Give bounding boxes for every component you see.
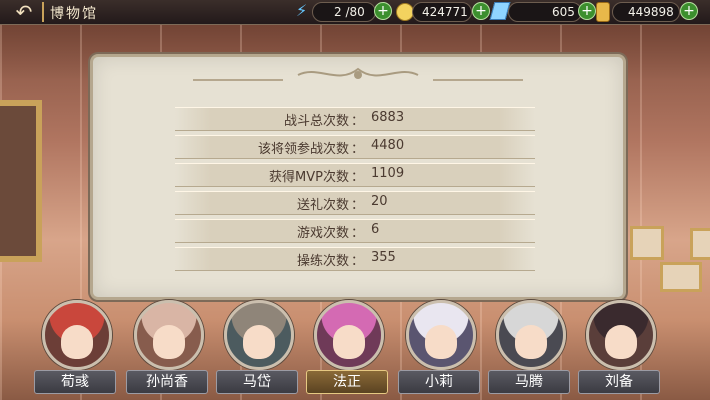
character-name-button[interactable]: 荀彧	[34, 370, 116, 394]
stat-label: 战斗总次数	[283, 114, 349, 129]
ornament-line-right	[433, 79, 523, 81]
wall-painting	[630, 226, 664, 260]
stat-label: 游戏次数	[296, 226, 349, 241]
page-title: 博物馆	[50, 6, 98, 22]
wall-painting	[690, 228, 710, 260]
stat-colon: ：	[351, 198, 365, 213]
coins-value: 424771	[422, 5, 468, 19]
top-bar: ↶ 博物馆 ⚡ 2 /80 + 424771 + 605 + 449898 +	[0, 0, 710, 25]
stat-value: 4480	[371, 138, 405, 153]
portrait-face	[333, 325, 365, 359]
title-divider	[42, 2, 44, 22]
character-name-button[interactable]: 刘备	[578, 370, 660, 394]
add-gold-button[interactable]: +	[680, 2, 698, 20]
stat-value: 6883	[371, 110, 405, 125]
stat-value: 1109	[371, 166, 405, 181]
gems-value: 605	[552, 5, 575, 19]
stat-label: 获得MVP次数	[269, 170, 349, 185]
stat-colon: ：	[351, 170, 365, 185]
character-name-button[interactable]: 马腾	[488, 370, 570, 394]
wall-painting-left	[0, 100, 42, 262]
stat-label: 送礼次数	[296, 198, 349, 213]
character-portrait[interactable]	[496, 300, 566, 370]
character-name-button[interactable]: 法正	[306, 370, 388, 394]
stat-value: 355	[371, 250, 396, 265]
character-portrait[interactable]	[224, 300, 294, 370]
character-portrait[interactable]	[42, 300, 112, 370]
character-portrait[interactable]	[314, 300, 384, 370]
portrait-face	[61, 325, 93, 359]
ornament-line-left	[193, 79, 283, 81]
stat-value: 20	[371, 194, 388, 209]
stat-row: 该将领参战次数 ： 4480	[175, 135, 535, 159]
lightning-icon: ⚡	[296, 1, 308, 20]
character-name-button[interactable]: 孙尚香	[126, 370, 208, 394]
character-portrait[interactable]	[134, 300, 204, 370]
stat-colon: ：	[351, 226, 365, 241]
stat-row: 获得MVP次数 ： 1109	[175, 163, 535, 187]
stat-colon: ：	[351, 254, 365, 269]
portrait-face	[605, 325, 637, 359]
character-name-button[interactable]: 小莉	[398, 370, 480, 394]
stat-colon: ：	[351, 114, 365, 129]
portrait-face	[425, 325, 457, 359]
stat-row: 操练次数 ： 355	[175, 247, 535, 271]
stat-row: 游戏次数 ： 6	[175, 219, 535, 243]
stamina-value: 2 /80	[334, 5, 365, 19]
gold-value: 449898	[628, 5, 674, 19]
stat-row: 送礼次数 ： 20	[175, 191, 535, 215]
stats-panel: 战斗总次数 ： 6883 该将领参战次数 ： 4480 获得MVP次数 ： 11…	[90, 54, 626, 300]
character-portrait[interactable]	[406, 300, 476, 370]
stat-value: 6	[371, 222, 380, 237]
character-portrait[interactable]	[586, 300, 656, 370]
back-arrow-icon: ↶	[15, 0, 33, 24]
add-coins-button[interactable]: +	[472, 2, 490, 20]
portrait-face	[515, 325, 547, 359]
stat-label: 该将领参战次数	[257, 142, 349, 157]
portrait-face	[243, 325, 275, 359]
stat-colon: ：	[351, 142, 365, 157]
stat-row: 战斗总次数 ： 6883	[175, 107, 535, 131]
add-gems-button[interactable]: +	[578, 2, 596, 20]
add-stamina-button[interactable]: +	[374, 2, 392, 20]
character-name-button[interactable]: 马岱	[216, 370, 298, 394]
gold-icon	[596, 2, 610, 22]
portrait-face	[153, 325, 185, 359]
ornament-icon	[297, 67, 419, 79]
back-button[interactable]: ↶	[6, 2, 42, 24]
stat-label: 操练次数	[296, 254, 349, 269]
wall-painting	[660, 262, 702, 292]
